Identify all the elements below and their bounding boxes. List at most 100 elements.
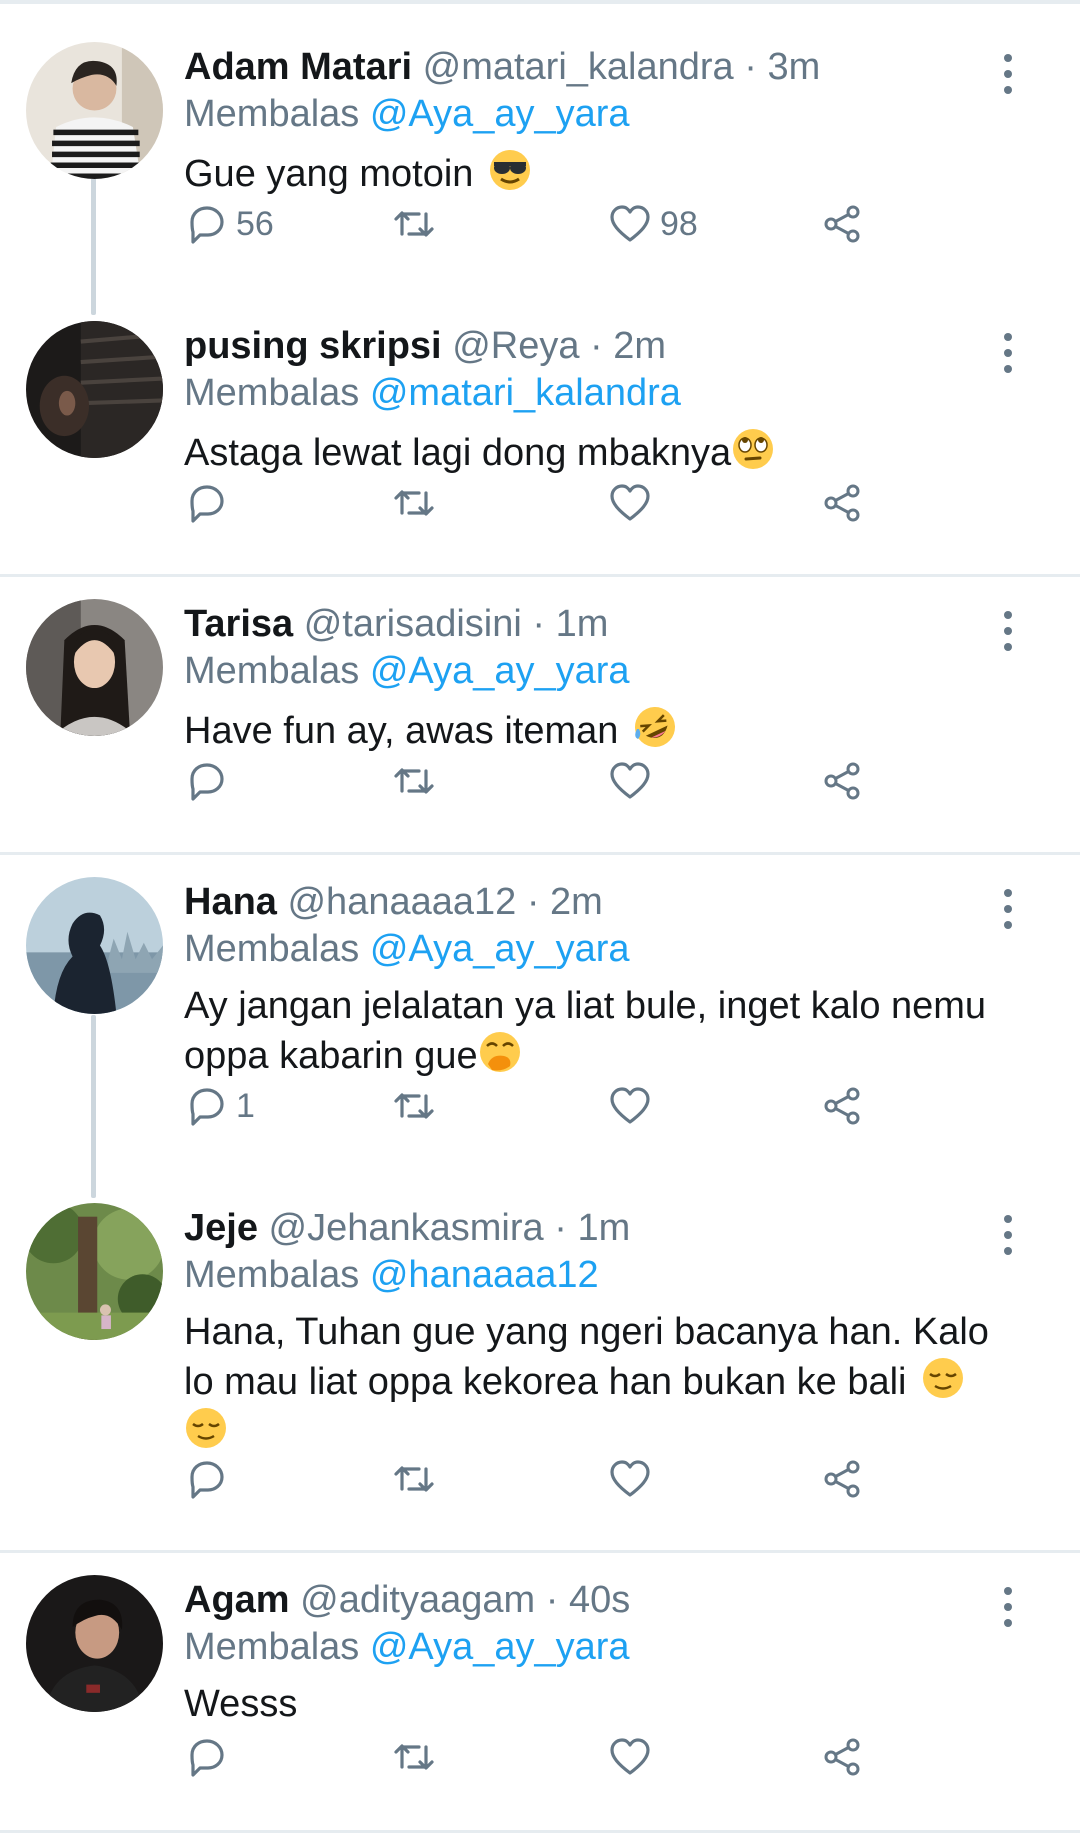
retweet-button[interactable]: [392, 475, 436, 531]
author-handle[interactable]: @tarisadisini: [304, 603, 522, 645]
retweet-button[interactable]: [392, 1451, 436, 1507]
sunglasses-emoji-icon: [488, 148, 532, 192]
avatar[interactable]: [26, 1575, 163, 1712]
avatar[interactable]: [26, 321, 163, 458]
like-button[interactable]: [608, 475, 660, 531]
reply-count: 56: [236, 204, 274, 243]
author-name[interactable]: Jeje: [184, 1207, 258, 1249]
reply-button[interactable]: 56: [184, 196, 274, 252]
author-handle[interactable]: @hanaaaa12: [287, 881, 516, 923]
replying-to: Membalas @matari_kalandra: [184, 368, 681, 418]
share-icon: [824, 762, 860, 800]
tweet-header: Agam @adityaagam · 40s: [184, 1575, 630, 1625]
more-options-icon[interactable]: [993, 609, 1023, 653]
replying-to: Membalas @Aya_ay_yara: [184, 89, 630, 139]
share-icon: [824, 1738, 860, 1776]
retweet-icon: [394, 1744, 434, 1770]
replying-to: Membalas @Aya_ay_yara: [184, 1622, 630, 1672]
timestamp[interactable]: 2m: [613, 325, 666, 367]
retweet-icon: [394, 1466, 434, 1492]
like-button[interactable]: [608, 753, 660, 809]
timestamp[interactable]: 1m: [556, 603, 609, 645]
tweet-separator: [0, 1830, 1080, 1833]
share-button[interactable]: [820, 475, 864, 531]
share-button[interactable]: [820, 753, 864, 809]
tweet-actions: 56 98: [184, 196, 904, 252]
tweet-header: Adam Matari @matari_kalandra · 3m: [184, 42, 820, 92]
more-options-icon[interactable]: [993, 331, 1023, 375]
retweet-button[interactable]: [392, 1078, 436, 1134]
eye-roll-emoji-icon: [731, 427, 775, 471]
thread-connector: [91, 1015, 96, 1198]
author-name[interactable]: Agam: [184, 1579, 290, 1621]
replying-to-label: Membalas: [184, 93, 360, 135]
more-options-icon[interactable]: [993, 52, 1023, 96]
retweet-button[interactable]: [392, 196, 436, 252]
like-button[interactable]: [608, 1078, 660, 1134]
avatar[interactable]: [26, 599, 163, 736]
share-icon: [824, 205, 860, 243]
retweet-icon: [394, 490, 434, 516]
avatar[interactable]: [26, 1203, 163, 1340]
thread-connector: [91, 175, 96, 315]
replying-to-label: Membalas: [184, 928, 360, 970]
more-options-icon[interactable]: [993, 1585, 1023, 1629]
share-button[interactable]: [820, 196, 864, 252]
mention-link[interactable]: @Aya_ay_yara: [370, 928, 630, 970]
separator-dot: ·: [554, 1207, 567, 1249]
heart-icon: [610, 1738, 650, 1775]
tweet-separator: [0, 574, 1080, 577]
rofl-emoji-icon: [633, 705, 677, 749]
reply-button[interactable]: [184, 1451, 236, 1507]
tweet-header: Tarisa @tarisadisini · 1m: [184, 599, 608, 649]
relieved-emoji-icon: [184, 1406, 228, 1450]
author-handle[interactable]: @adityaagam: [300, 1579, 535, 1621]
tweet-text-content: Ay jangan jelalatan ya liat bule, inget …: [184, 985, 987, 1077]
mention-link[interactable]: @Aya_ay_yara: [370, 1626, 630, 1668]
reply-button[interactable]: [184, 475, 236, 531]
author-handle[interactable]: @Reya: [452, 325, 579, 367]
more-options-icon[interactable]: [993, 887, 1023, 931]
author-name[interactable]: Tarisa: [184, 603, 293, 645]
separator-dot: ·: [532, 603, 546, 645]
reply-icon: [190, 206, 224, 244]
mention-link[interactable]: @matari_kalandra: [370, 372, 681, 414]
tweet-separator: [0, 1550, 1080, 1553]
timestamp[interactable]: 1m: [577, 1207, 630, 1249]
top-divider: [0, 0, 1080, 4]
author-handle[interactable]: @Jehankasmira: [269, 1207, 544, 1249]
avatar[interactable]: [26, 877, 163, 1014]
separator-dot: ·: [590, 325, 603, 367]
reply-button[interactable]: [184, 753, 236, 809]
mention-link[interactable]: @Aya_ay_yara: [370, 93, 630, 135]
more-options-icon[interactable]: [993, 1213, 1023, 1257]
retweet-icon: [394, 211, 434, 237]
like-button[interactable]: [608, 1729, 660, 1785]
author-handle[interactable]: @matari_kalandra: [423, 46, 734, 88]
retweet-button[interactable]: [392, 1729, 436, 1785]
author-name[interactable]: Adam Matari: [184, 46, 412, 88]
avatar[interactable]: [26, 42, 163, 179]
reply-button[interactable]: [184, 1729, 236, 1785]
mention-link[interactable]: @hanaaaa12: [370, 1254, 599, 1296]
timestamp[interactable]: 3m: [767, 46, 820, 88]
timestamp[interactable]: 2m: [550, 881, 603, 923]
timestamp[interactable]: 40s: [569, 1579, 630, 1621]
author-name[interactable]: Hana: [184, 881, 277, 923]
share-button[interactable]: [820, 1078, 864, 1134]
heart-icon: [610, 1087, 650, 1124]
tweet-separator: [0, 852, 1080, 855]
retweet-icon: [394, 1093, 434, 1119]
tweet-text-content: Gue yang motoin: [184, 153, 474, 195]
retweet-button[interactable]: [392, 753, 436, 809]
mention-link[interactable]: @Aya_ay_yara: [370, 650, 630, 692]
share-button[interactable]: [820, 1451, 864, 1507]
share-button[interactable]: [820, 1729, 864, 1785]
reply-button[interactable]: 1: [184, 1078, 255, 1134]
tweet-actions: [184, 475, 904, 531]
like-button[interactable]: 98: [608, 196, 698, 252]
like-button[interactable]: [608, 1451, 660, 1507]
author-name[interactable]: pusing skripsi: [184, 325, 442, 367]
relieved-emoji-icon: [921, 1356, 965, 1400]
hand-over-mouth-emoji-icon: [478, 1030, 522, 1074]
